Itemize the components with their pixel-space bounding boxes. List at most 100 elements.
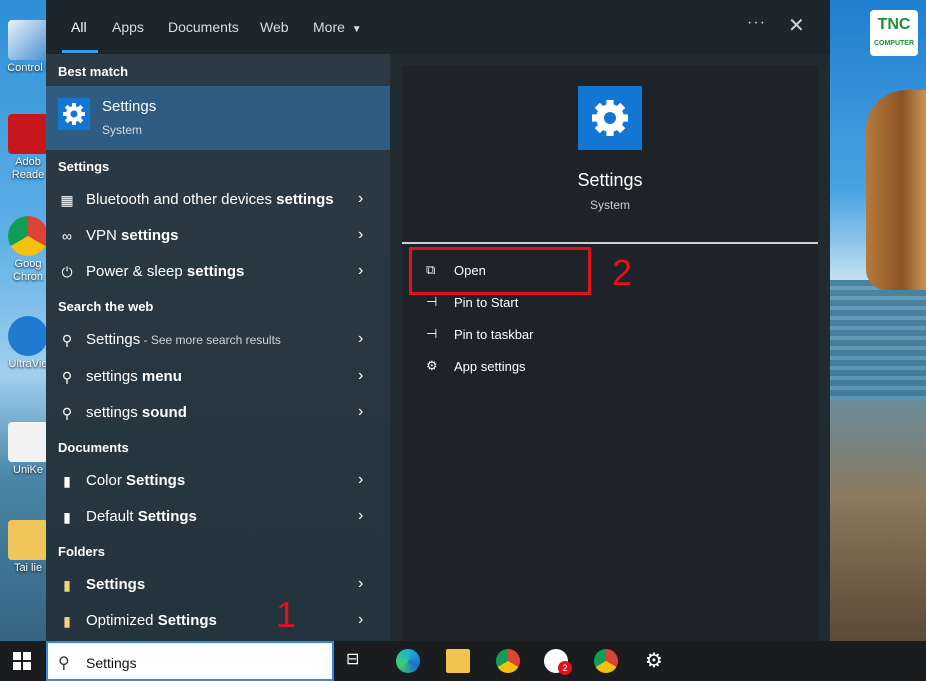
tab-more-label: More [313, 19, 345, 35]
desktop-icon-chrome[interactable]: Goog Chron [6, 216, 50, 284]
windows-start-icon[interactable] [12, 649, 36, 673]
annotation-box-open [409, 247, 591, 295]
chevron-right-icon[interactable]: › [358, 611, 363, 629]
desktop-icon-label: UniKe [13, 464, 43, 476]
result-label: settings menu [86, 368, 182, 385]
search-icon: ⚲ [61, 369, 73, 385]
chrome-icon[interactable] [594, 649, 618, 673]
start-menu-search-panel: All Apps Documents Web More ▼ ··· ✕ Best… [46, 0, 830, 641]
tab-all[interactable]: All [71, 19, 87, 35]
chevron-right-icon[interactable]: › [358, 226, 363, 244]
taskbar: ⚲ Settings ⊟ 2 ⚙ [0, 641, 926, 681]
result-vpn-settings[interactable]: ∞ VPN settings › [46, 219, 390, 253]
result-label: Optimized Settings [86, 612, 217, 629]
chrome-icon [8, 216, 48, 256]
annotation-number-2: 2 [612, 252, 633, 293]
ultraviewer-icon [8, 316, 48, 356]
chevron-right-icon[interactable]: › [358, 403, 363, 421]
result-label: Default Settings [86, 508, 197, 525]
wallpaper-beach [830, 400, 926, 641]
control-panel-icon [8, 20, 48, 60]
result-label: Color Settings [86, 472, 186, 489]
pin-icon: ⊣ [426, 326, 438, 341]
result-power-sleep-settings[interactable]: ⏻ Power & sleep settings › [46, 255, 390, 289]
action-label: Pin to taskbar [454, 327, 534, 342]
tab-more[interactable]: More ▼ [313, 19, 362, 35]
desktop-icon-label: UltraVie [8, 358, 48, 370]
desktop-icon-documents-folder[interactable]: Tai lie [6, 520, 50, 575]
action-app-settings[interactable]: ⚙ App settings [426, 356, 576, 380]
result-folder-settings[interactable]: ▮ Settings › [46, 568, 390, 602]
divider [402, 242, 818, 244]
section-heading-settings: Settings [58, 159, 110, 174]
chevron-right-icon[interactable]: › [358, 471, 363, 489]
desktop-icon-control-panel[interactable]: Control I [6, 20, 50, 75]
gear-icon[interactable]: ⚙ [642, 649, 666, 673]
tab-documents[interactable]: Documents [168, 19, 239, 35]
task-view-icon[interactable]: ⊟ [346, 649, 370, 673]
wallpaper-sea [830, 280, 926, 400]
action-pin-to-start[interactable]: ⊣ Pin to Start [426, 292, 576, 316]
chrome-icon[interactable] [496, 649, 520, 673]
action-pin-to-taskbar[interactable]: ⊣ Pin to taskbar [426, 324, 576, 348]
tab-apps[interactable]: Apps [112, 19, 144, 35]
notification-badge: 2 [558, 661, 572, 675]
desktop-icon-label: Goog Chron [13, 258, 43, 283]
brand-logo-main: TNC [877, 16, 911, 33]
chevron-right-icon[interactable]: › [358, 575, 363, 593]
search-icon: ⚲ [58, 655, 70, 672]
section-heading-documents: Documents [58, 440, 129, 455]
folder-icon: ▮ [63, 577, 71, 593]
result-doc-default-settings[interactable]: ▮ Default Settings › [46, 500, 390, 534]
preview-title: Settings [577, 170, 643, 190]
search-input[interactable]: Settings [86, 655, 137, 671]
bluetooth-devices-icon: ▦ [60, 192, 74, 208]
chevron-right-icon[interactable]: › [358, 330, 363, 348]
desktop-icon-label: Adob Reade [11, 156, 45, 181]
section-heading-best-match: Best match [58, 64, 129, 79]
result-label: VPN settings [86, 227, 179, 244]
desktop-icon-adobe-reader[interactable]: Adob Reade [6, 114, 50, 182]
result-label: settings sound [86, 404, 187, 421]
results-list: Best match Settings System Settings ▦ Bl… [46, 54, 390, 641]
result-label: Settings [86, 576, 146, 593]
desktop-icon-ultraviewer[interactable]: UltraVie [6, 316, 50, 371]
brand-logo: TNC COMPUTER [870, 10, 918, 56]
search-icon: ⚲ [61, 405, 73, 421]
file-explorer-icon[interactable] [446, 649, 470, 673]
section-heading-folders: Folders [58, 544, 105, 559]
result-web-settings-sound[interactable]: ⚲ settings sound › [46, 396, 390, 430]
best-match-title: Settings [102, 98, 157, 115]
result-web-settings[interactable]: ⚲ Settings - See more search results › [46, 323, 390, 357]
taskbar-search-box[interactable]: ⚲ Settings [46, 641, 334, 681]
desktop-icon-label: Tai lie [13, 562, 43, 574]
chevron-right-icon[interactable]: › [358, 262, 363, 280]
more-options-icon[interactable]: ··· [747, 14, 766, 32]
chevron-right-icon[interactable]: › [358, 367, 363, 385]
search-icon: ⚲ [61, 332, 73, 348]
preview-subtitle: System [589, 198, 630, 212]
pin-icon: ⊣ [426, 294, 438, 309]
unikey-icon [8, 422, 48, 462]
chevron-right-icon[interactable]: › [358, 190, 363, 208]
settings-app-icon [58, 98, 90, 130]
result-label: Bluetooth and other devices settings [86, 191, 334, 208]
preview-pane: Settings System ⧉ Open ⊣ Pin to Start ⊣ … [402, 66, 818, 641]
result-doc-color-settings[interactable]: ▮ Color Settings › [46, 464, 390, 498]
result-folder-optimized-settings[interactable]: ▮ Optimized Settings › [46, 604, 390, 638]
folder-icon: ▮ [63, 613, 71, 629]
tab-web[interactable]: Web [260, 19, 289, 35]
edge-icon[interactable] [396, 649, 420, 673]
power-icon: ⏻ [61, 264, 73, 280]
annotation-number-1: 1 [276, 594, 297, 635]
chevron-right-icon[interactable]: › [358, 507, 363, 525]
close-icon[interactable]: ✕ [788, 14, 805, 38]
vpn-icon: ∞ [62, 228, 72, 244]
wallpaper-cliff [866, 90, 926, 290]
result-bluetooth-settings[interactable]: ▦ Bluetooth and other devices settings › [46, 183, 390, 217]
zalo-icon[interactable]: 2 [544, 649, 572, 675]
best-match-result[interactable]: Settings System [46, 86, 390, 150]
action-label: Pin to Start [454, 295, 519, 310]
result-web-settings-menu[interactable]: ⚲ settings menu › [46, 360, 390, 394]
desktop-icon-unikey[interactable]: UniKe [6, 422, 50, 477]
